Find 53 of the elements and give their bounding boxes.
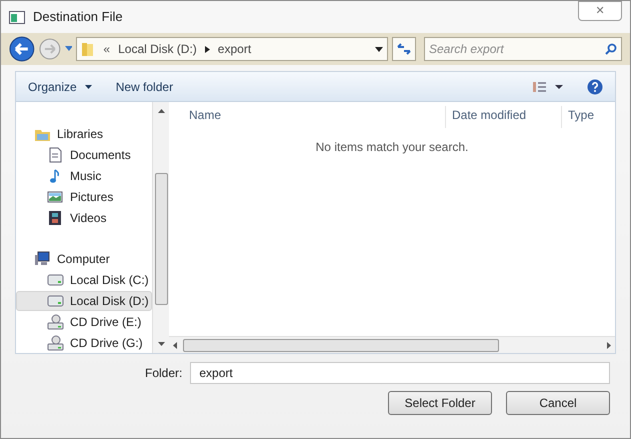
cd-drive-icon (47, 314, 64, 330)
sidebar-item[interactable]: Pictures (16, 186, 152, 208)
cd-drive-icon (47, 334, 64, 351)
back-icon[interactable] (9, 36, 35, 62)
sidebar-item[interactable]: Music (16, 166, 152, 186)
search-field[interactable]: Search export (424, 37, 622, 61)
overflow-chevron[interactable]: « (103, 40, 110, 58)
sidebar-item[interactable]: Local Disk (C:) (16, 270, 152, 291)
window-title: Destination File (33, 8, 123, 26)
drive-icon (47, 292, 64, 309)
dropdown-icon[interactable] (375, 46, 384, 52)
folder-input[interactable]: export (190, 362, 610, 384)
separator-arrow-icon[interactable] (204, 46, 210, 52)
scroll-up-icon[interactable] (158, 109, 164, 113)
film-strip-icon (47, 210, 64, 226)
document-icon (47, 147, 64, 164)
empty-message: No items match your search. (316, 139, 468, 156)
drive-icon (47, 272, 64, 288)
window-icon (9, 10, 25, 24)
column-header[interactable]: Type (561, 106, 615, 128)
sidebar-scrollbar[interactable] (152, 102, 169, 353)
search-input[interactable]: Search export (429, 40, 606, 58)
picture-icon (47, 188, 64, 205)
caret-icon[interactable] (84, 84, 92, 88)
view-options-icon[interactable] (533, 82, 563, 92)
help-icon[interactable] (587, 78, 603, 94)
close-button[interactable]: ✕ (578, 1, 622, 21)
sidebar-item[interactable]: CD Drive (E:) (16, 311, 152, 332)
scroll-right-icon[interactable] (607, 342, 611, 348)
sidebar-item[interactable]: Documents (16, 144, 152, 166)
scroll-down-icon[interactable] (158, 342, 164, 346)
refresh-icon[interactable] (397, 43, 412, 55)
computer-icon (34, 251, 51, 268)
select-folder-button[interactable]: Select Folder (388, 391, 492, 415)
column-header[interactable]: Date modified (445, 106, 561, 128)
folder-label: Folder: (145, 365, 182, 382)
address-bar[interactable]: « Local Disk (D:) export (76, 37, 388, 61)
refresh-button[interactable] (392, 37, 416, 61)
column-header[interactable]: Name (169, 106, 445, 128)
sidebar-item[interactable]: Videos (16, 207, 152, 228)
folder-icon (81, 41, 96, 57)
sidebar-item[interactable]: Local Disk (D:) (16, 290, 152, 312)
sidebar-item[interactable]: CD Drive (G:) (16, 332, 152, 353)
sidebar-group[interactable]: Libraries (16, 124, 152, 145)
new-folder-button[interactable]: New folder (116, 78, 174, 96)
cancel-button[interactable]: Cancel (506, 391, 610, 415)
search-icon[interactable] (605, 43, 618, 55)
sidebar-group[interactable]: Computer (16, 248, 152, 270)
organize-menu[interactable]: Organize (28, 78, 92, 96)
horizontal-scrollbar[interactable] (169, 336, 615, 353)
breadcrumb[interactable]: export (218, 40, 252, 58)
scroll-left-icon[interactable] (173, 342, 177, 348)
breadcrumb[interactable]: Local Disk (D:) (118, 40, 197, 58)
